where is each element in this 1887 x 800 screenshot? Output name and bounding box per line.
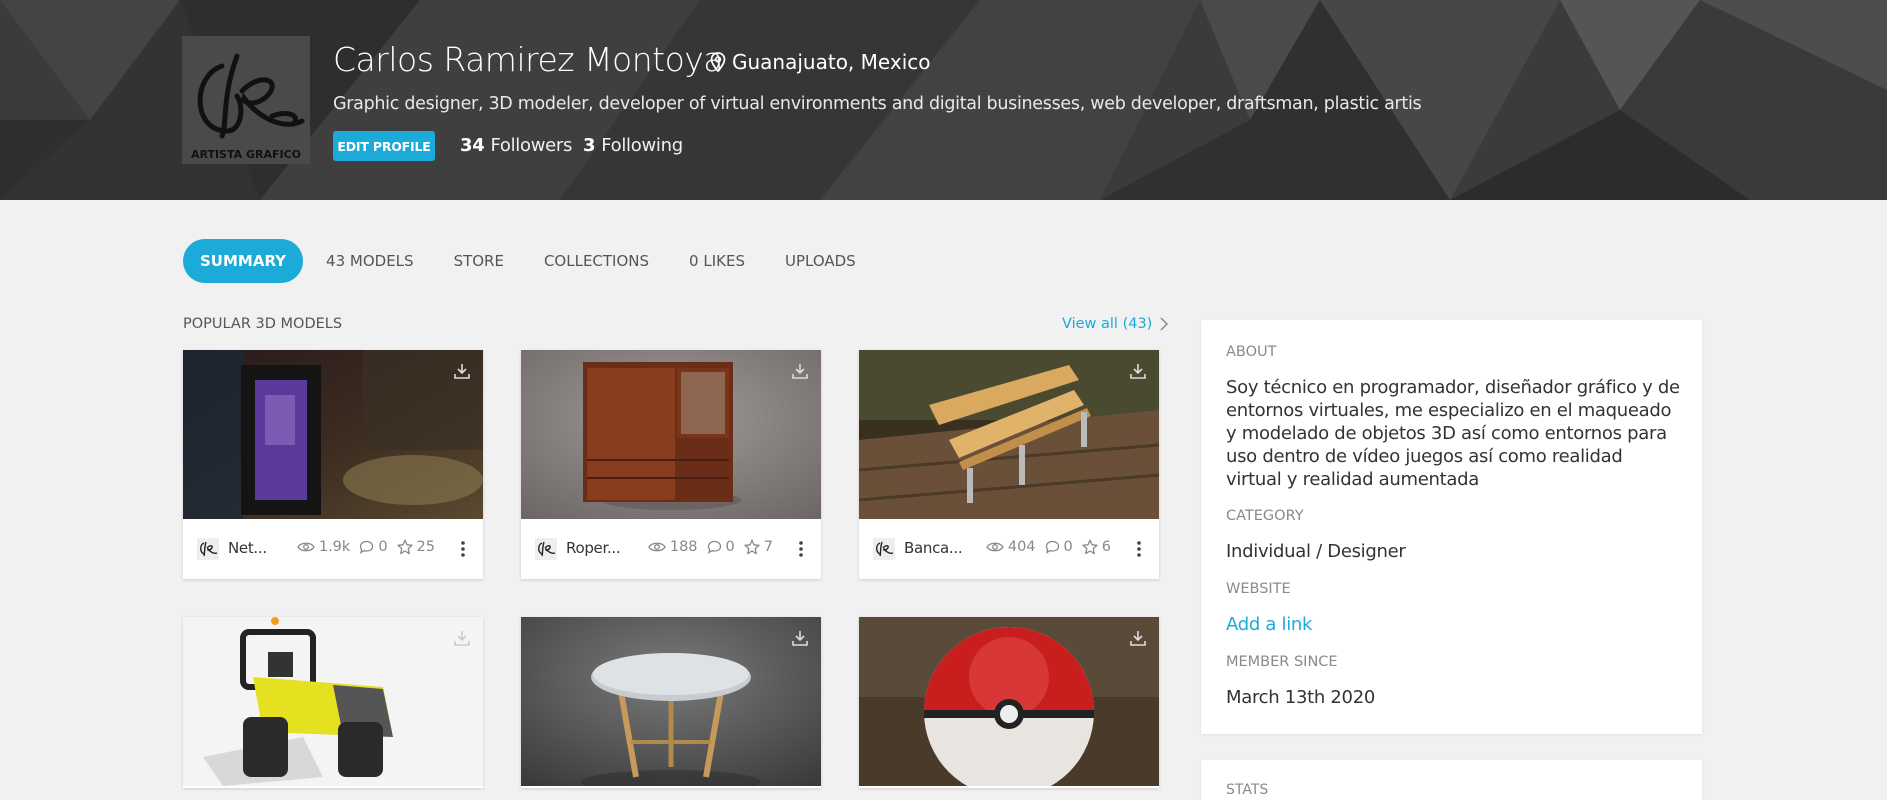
download-icon[interactable]: [1129, 629, 1147, 647]
author-avatar[interactable]: [535, 538, 557, 560]
comment-count: 0: [1063, 539, 1073, 555]
model-thumbnail[interactable]: [521, 350, 821, 519]
model-card[interactable]: Roper... 188 0 7: [521, 350, 821, 579]
star-icon[interactable]: [744, 539, 760, 555]
view-all-label: View all (43): [1062, 316, 1153, 332]
comment-count: 0: [725, 539, 735, 555]
model-card-footer: Net... 1.9k 0 25: [183, 519, 483, 579]
model-card-footer: Roper... 188 0 7: [521, 519, 821, 579]
profile-bio: Graphic designer, 3D modeler, developer …: [333, 94, 1422, 114]
comment-count: 0: [378, 539, 388, 555]
model-card[interactable]: [521, 617, 821, 788]
location-pin-icon: [710, 52, 726, 72]
model-thumbnail[interactable]: [521, 617, 821, 786]
edit-profile-button[interactable]: EDIT PROFILE: [333, 131, 435, 161]
profile-name: Carlos Ramirez Montoya: [333, 40, 724, 79]
like-count: 6: [1101, 539, 1111, 555]
model-card-footer: Banca... 404 0 6: [859, 519, 1159, 579]
member-since-value: March 13th 2020: [1226, 687, 1375, 708]
download-icon[interactable]: [453, 362, 471, 380]
tab-store[interactable]: STORE: [454, 252, 504, 270]
category-label: CATEGORY: [1226, 508, 1304, 524]
model-card[interactable]: [859, 617, 1159, 788]
model-card[interactable]: [183, 617, 483, 788]
model-stats: 404 0 6: [977, 539, 1111, 555]
round-table-model-image: [521, 617, 821, 786]
profile-location: Guanajuato, Mexico: [710, 50, 930, 74]
like-count: 25: [416, 539, 435, 555]
view-all-link[interactable]: View all (43): [1062, 316, 1169, 332]
following-count: 3: [583, 135, 596, 156]
profile-header: ARTISTA GRAFICO Carlos Ramirez Montoya G…: [0, 0, 1887, 200]
download-icon[interactable]: [453, 629, 471, 647]
profile-avatar[interactable]: ARTISTA GRAFICO: [182, 36, 310, 164]
stats-title: STATS: [1226, 782, 1269, 798]
download-icon[interactable]: [791, 629, 809, 647]
pokeball-model-image: [859, 617, 1159, 786]
tab-collections[interactable]: COLLECTIONS: [544, 252, 649, 270]
model-thumbnail[interactable]: [859, 617, 1159, 786]
download-icon[interactable]: [1129, 362, 1147, 380]
view-count: 404: [1007, 539, 1036, 555]
model-thumbnail[interactable]: [183, 617, 483, 786]
tab-models[interactable]: 43 MODELS: [326, 252, 414, 270]
star-icon[interactable]: [396, 539, 413, 555]
model-thumbnail[interactable]: [183, 350, 483, 519]
eye-icon: [648, 542, 666, 552]
wardrobe-model-image: [521, 350, 821, 519]
profile-tabs: SUMMARY 43 MODELS STORE COLLECTIONS 0 LI…: [183, 239, 896, 283]
model-name[interactable]: Banca...: [904, 539, 963, 557]
star-icon[interactable]: [1082, 539, 1098, 555]
download-icon[interactable]: [791, 362, 809, 380]
like-count: 7: [763, 539, 773, 555]
stats-panel: STATS: [1201, 760, 1702, 800]
more-options-icon[interactable]: [461, 540, 465, 558]
following-label: Following: [601, 135, 683, 156]
about-description: Soy técnico en programador, diseñador gr…: [1226, 377, 1680, 490]
chevron-right-icon: [1160, 317, 1169, 331]
view-count: 188: [669, 539, 698, 555]
about-title: ABOUT: [1226, 344, 1277, 360]
portal-model-image: [183, 350, 483, 519]
more-options-icon[interactable]: [1137, 540, 1141, 558]
model-name[interactable]: Net...: [228, 539, 267, 557]
followers-link[interactable]: 34 Followers: [460, 135, 572, 156]
comment-icon: [1045, 540, 1059, 554]
comment-icon: [360, 540, 374, 554]
model-thumbnail[interactable]: [859, 350, 1159, 519]
model-name[interactable]: Roper...: [566, 539, 621, 557]
model-card[interactable]: Banca... 404 0 6: [859, 350, 1159, 579]
tab-uploads[interactable]: UPLOADS: [785, 252, 856, 270]
author-avatar[interactable]: [197, 538, 219, 560]
add-website-link[interactable]: Add a link: [1226, 614, 1312, 635]
location-text: Guanajuato, Mexico: [732, 50, 931, 74]
bench-model-image: [859, 350, 1159, 519]
tab-summary[interactable]: SUMMARY: [183, 239, 304, 283]
road-roller-model-image: [183, 617, 483, 786]
member-since-label: MEMBER SINCE: [1226, 654, 1338, 670]
author-avatar[interactable]: [873, 538, 895, 560]
model-card[interactable]: Net... 1.9k 0 25: [183, 350, 483, 579]
about-panel: ABOUT Soy técnico en programador, diseña…: [1201, 320, 1702, 734]
following-link[interactable]: 3 Following: [583, 135, 683, 156]
view-count: 1.9k: [318, 539, 351, 555]
followers-count: 34: [460, 135, 485, 156]
website-label: WEBSITE: [1226, 581, 1291, 597]
comment-icon: [707, 540, 721, 554]
tab-likes[interactable]: 0 LIKES: [689, 252, 745, 270]
followers-label: Followers: [490, 135, 573, 156]
popular-models-title: POPULAR 3D MODELS: [183, 316, 343, 332]
svg-text:ARTISTA GRAFICO: ARTISTA GRAFICO: [191, 148, 301, 161]
eye-icon: [986, 542, 1004, 552]
more-options-icon[interactable]: [799, 540, 803, 558]
category-value: Individual / Designer: [1226, 541, 1406, 562]
model-stats: 188 0 7: [639, 539, 773, 555]
model-stats: 1.9k 0 25: [288, 539, 435, 555]
eye-icon: [297, 542, 315, 552]
